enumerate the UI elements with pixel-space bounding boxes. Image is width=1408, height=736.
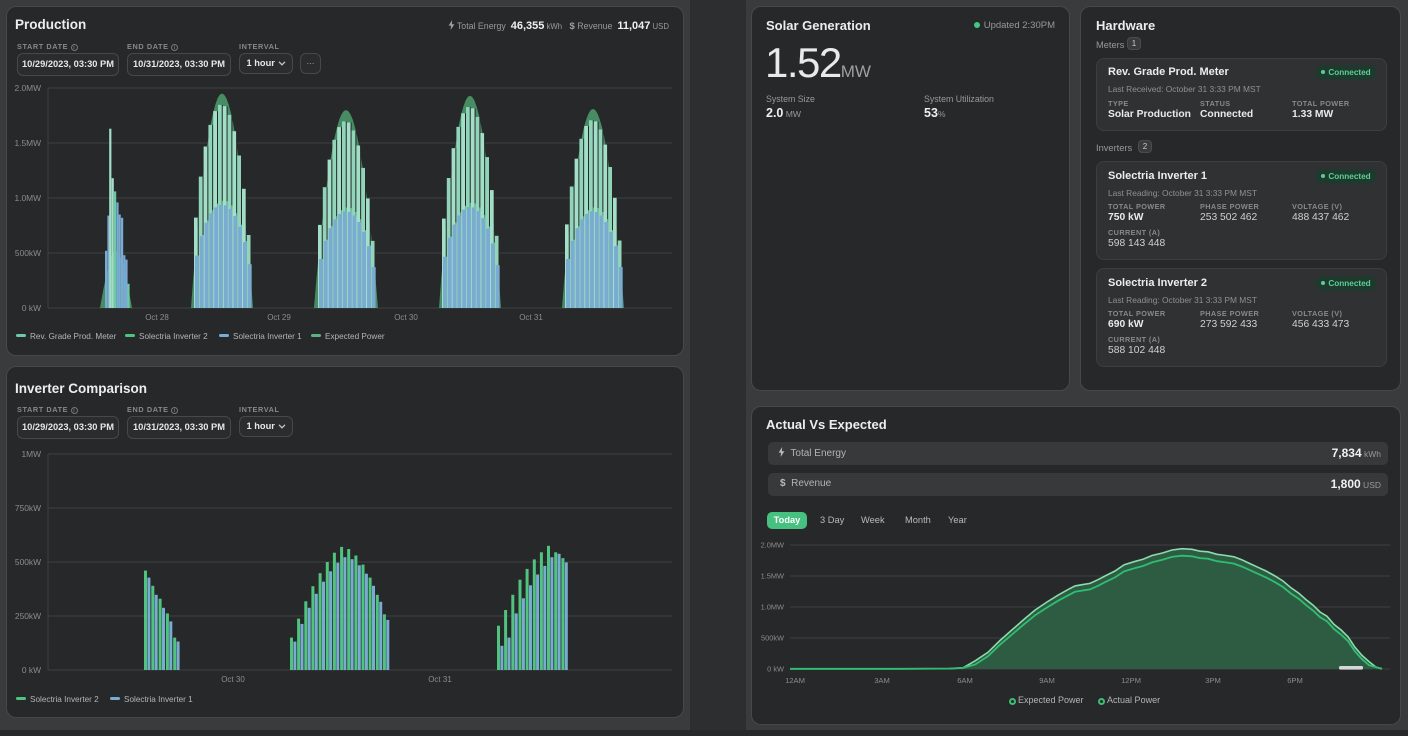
svg-text:0 kW: 0 kW: [767, 665, 784, 674]
svg-text:2.0MW: 2.0MW: [14, 83, 41, 93]
svg-text:750kW: 750kW: [15, 503, 41, 513]
svg-text:2.0MW: 2.0MW: [761, 541, 784, 550]
svg-text:500kW: 500kW: [15, 557, 41, 567]
svg-text:Oct 30: Oct 30: [221, 675, 245, 684]
svg-text:12AM: 12AM: [785, 676, 805, 685]
svg-text:0 kW: 0 kW: [22, 665, 41, 675]
svg-text:Oct 31: Oct 31: [519, 313, 543, 322]
svg-text:Oct 31: Oct 31: [428, 675, 452, 684]
svg-text:500kW: 500kW: [761, 634, 784, 643]
svg-text:500kW: 500kW: [15, 248, 41, 258]
svg-text:Oct 30: Oct 30: [394, 313, 418, 322]
svg-text:1.0MW: 1.0MW: [14, 193, 41, 203]
svg-text:1MW: 1MW: [21, 449, 41, 459]
svg-text:1.0MW: 1.0MW: [761, 603, 784, 612]
svg-text:1.5MW: 1.5MW: [14, 138, 41, 148]
svg-text:12PM: 12PM: [1121, 676, 1141, 685]
svg-text:0 kW: 0 kW: [22, 303, 41, 313]
svg-text:6AM: 6AM: [957, 676, 973, 685]
svg-text:3AM: 3AM: [874, 676, 890, 685]
svg-text:Oct 29: Oct 29: [267, 313, 291, 322]
svg-text:9AM: 9AM: [1039, 676, 1055, 685]
svg-text:250kW: 250kW: [15, 611, 41, 621]
svg-text:3PM: 3PM: [1205, 676, 1221, 685]
svg-text:Oct 28: Oct 28: [145, 313, 169, 322]
svg-text:6PM: 6PM: [1287, 676, 1303, 685]
svg-text:1.5MW: 1.5MW: [761, 572, 784, 581]
